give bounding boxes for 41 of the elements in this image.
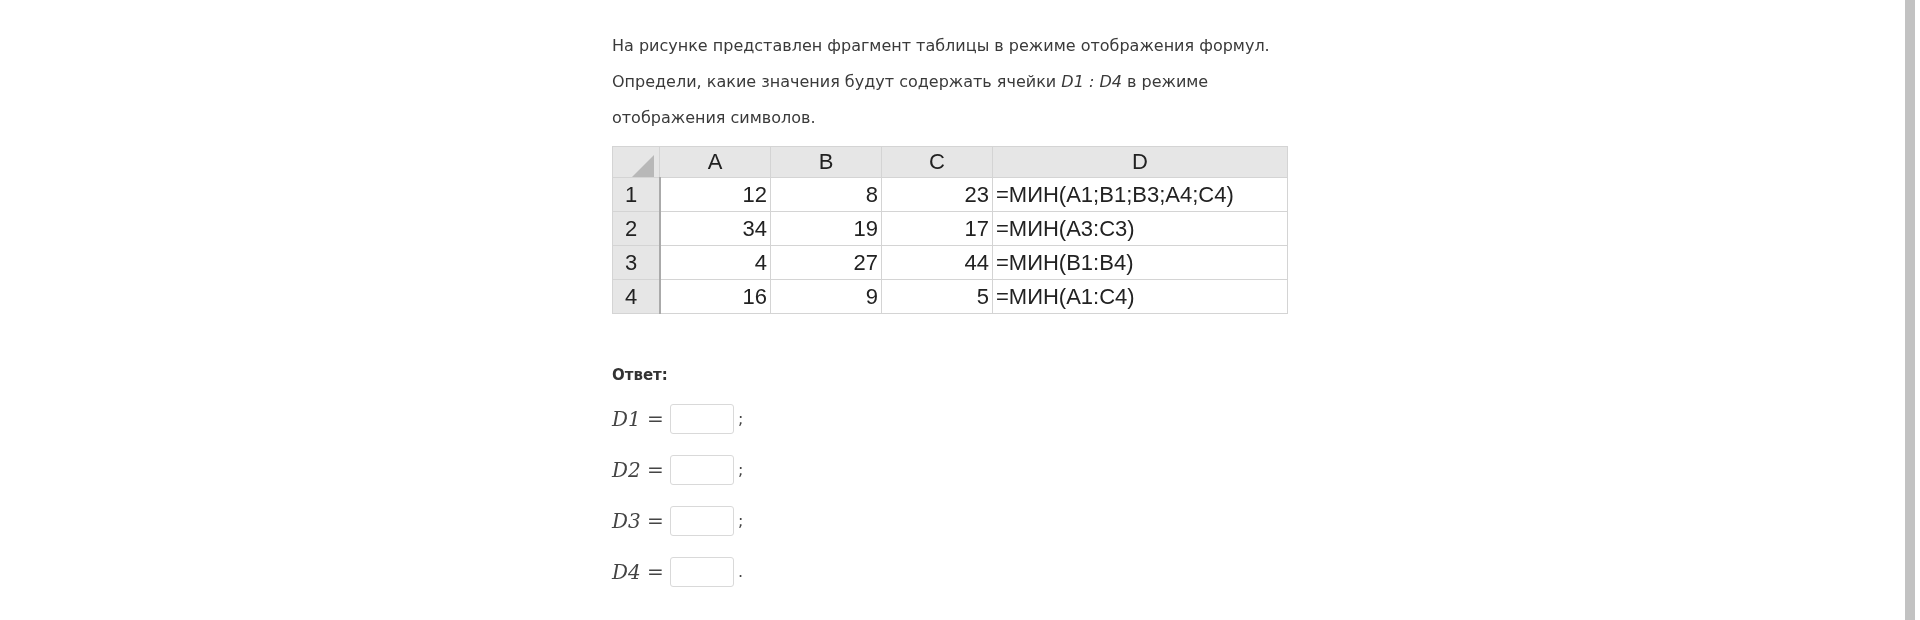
table-cell: 8 (770, 177, 882, 212)
column-header[interactable]: A (659, 146, 771, 178)
table-cell: 9 (770, 279, 882, 314)
answer-field[interactable] (670, 454, 734, 485)
row-header[interactable]: 2 (612, 211, 660, 246)
table-cell: 5 (881, 279, 993, 314)
table-cell: 23 (881, 177, 993, 212)
answer-label: D4 = (612, 559, 665, 584)
row-header[interactable]: 3 (612, 245, 660, 280)
punctuation: . (738, 562, 744, 581)
select-all-corner[interactable] (612, 146, 660, 178)
answer-field[interactable] (670, 556, 734, 587)
column-header[interactable]: C (881, 146, 993, 178)
table-cell: 12 (659, 177, 771, 212)
table-cell: =МИН(A1;B1;B3;A4;C4) (992, 177, 1288, 212)
table-cell: 44 (881, 245, 993, 280)
punctuation: ; (738, 511, 744, 530)
column-header[interactable]: D (992, 146, 1288, 178)
table-cell: =МИН(A3:C3) (992, 211, 1288, 246)
table-cell: =МИН(A1:C4) (992, 279, 1288, 314)
corner-triangle-icon (630, 155, 656, 177)
row-header[interactable]: 1 (612, 177, 660, 212)
table-cell: 16 (659, 279, 771, 314)
scrollbar[interactable] (1905, 0, 1915, 620)
row-header[interactable]: 4 (612, 279, 660, 314)
answer-label: D2 = (612, 457, 665, 482)
column-header[interactable]: B (770, 146, 882, 178)
task-text: На рисунке представлен фрагмент таблицы в режиме отображения формул. Определи, какие значения будут содержать ячейки D1 : D4 в режиме отображения символов. (612, 35, 1271, 129)
table-cell: 27 (770, 245, 882, 280)
table-cell: 17 (881, 211, 993, 246)
answer-label: D1 = (612, 406, 665, 431)
answer-field[interactable] (670, 505, 734, 536)
table-cell: 19 (770, 211, 882, 246)
table-cell: 34 (659, 211, 771, 246)
punctuation: ; (738, 409, 744, 428)
answer-field[interactable] (670, 403, 734, 434)
table-cell: 4 (659, 245, 771, 280)
table-cell: =МИН(B1:B4) (992, 245, 1288, 280)
punctuation: ; (738, 460, 744, 479)
answer-heading: Ответ: (612, 366, 669, 384)
answer-label: D3 = (612, 508, 665, 533)
